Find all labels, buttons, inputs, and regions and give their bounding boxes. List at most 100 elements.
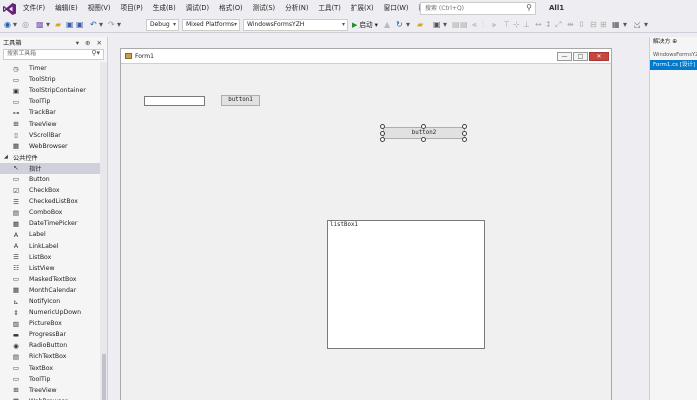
toolbox-item[interactable]: ⊶ TrackBar (0, 107, 100, 118)
form1-window[interactable]: Form1 — □ ✕ button1 button2 listBox1 (120, 48, 612, 400)
toolbox-item[interactable]: ▦ DateTimePicker (0, 218, 100, 229)
align-right-icon[interactable]: ⫸ (492, 19, 497, 31)
visual-studio-logo-icon[interactable] (0, 0, 18, 17)
toolbox-item[interactable]: ▭ MaskedTextBox (0, 274, 100, 285)
listbox1-control[interactable]: listBox1 (327, 220, 485, 349)
toolbox-item[interactable]: ⊞ TreeView (0, 385, 100, 396)
resize-handle[interactable] (462, 137, 467, 142)
layout-icon[interactable]: ▣ (433, 19, 441, 31)
menu-item[interactable]: 项目(P) (115, 0, 147, 17)
toolbox-group-header[interactable]: ◢ 公共控件 (0, 152, 100, 163)
toolbox-item[interactable]: ▤ RichTextBox (0, 351, 100, 362)
align-top-icon[interactable]: ⊤ (503, 19, 510, 31)
horizontal-spacing-icon[interactable]: ⇹ (567, 19, 574, 31)
menu-item[interactable]: 分析(N) (280, 0, 313, 17)
panel-window-controls-icon[interactable]: ▾ ⊕ ✕ (76, 39, 104, 47)
toolbox-item[interactable]: ▭ TextBox (0, 363, 100, 374)
find-in-files-icon[interactable]: ▰ (417, 19, 423, 31)
resize-handle[interactable] (421, 124, 426, 129)
solution-config-select[interactable]: Debug ▾ (146, 19, 179, 31)
resize-handle[interactable] (380, 124, 385, 129)
minimize-icon[interactable]: — (557, 52, 572, 61)
quick-launch-search[interactable]: 搜索 (Ctrl+Q) ⚲ (420, 2, 536, 15)
menu-item[interactable]: 格式(O) (214, 0, 248, 17)
bring-to-front-icon[interactable]: ▤ (452, 19, 460, 31)
toolbox-item[interactable]: ☰ ListBox (0, 252, 100, 263)
close-icon[interactable]: ✕ (589, 52, 609, 61)
toolbox-item[interactable]: ⇕ NumericUpDown (0, 307, 100, 318)
startup-project-select[interactable]: WindowsFormsYZH ▾ (243, 19, 348, 31)
start-debugging-button[interactable]: ▶ 启动 ▾ (352, 19, 378, 31)
toolbox-item[interactable]: ◉ RadioButton (0, 340, 100, 351)
menu-item[interactable]: 视图(V) (83, 0, 116, 17)
redo-icon[interactable]: ↷ (108, 19, 115, 31)
menu-item[interactable]: 编辑(E) (50, 0, 83, 17)
toolbox-item[interactable]: A Label (0, 229, 100, 240)
toolbox-item[interactable]: ▦ MonthCalendar (0, 285, 100, 296)
toolbox-item[interactable]: ▤ ComboBox (0, 207, 100, 218)
account-label[interactable]: All1 (549, 0, 564, 17)
toolbox-scrollbar[interactable] (100, 62, 107, 400)
save-icon[interactable]: ▣ (66, 19, 74, 31)
center-vertically-icon[interactable]: ⊞ (600, 19, 607, 31)
toolbox-item[interactable]: ☰ CheckedListBox (0, 196, 100, 207)
toolbox-item[interactable]: ⊞ TreeView (0, 118, 100, 129)
textbox1-control[interactable] (144, 96, 205, 106)
dropdown-arrow-icon[interactable]: ▾ (46, 19, 50, 31)
menu-item[interactable]: 调试(D) (181, 0, 214, 17)
toolbox-item[interactable]: ▭ ToolTip (0, 374, 100, 385)
resize-handle[interactable] (462, 124, 467, 129)
same-width-icon[interactable]: ↔ (535, 19, 542, 31)
vertical-spacing-icon[interactable]: ⇳ (578, 19, 585, 31)
resize-handle[interactable] (421, 137, 426, 142)
toolbox-item[interactable]: ☑ CheckBox (0, 185, 100, 196)
dropdown-arrow-icon[interactable]: ▾ (99, 19, 103, 31)
button1-control[interactable]: button1 (221, 95, 260, 106)
solution-file-item[interactable]: Form1.cs [设计] (650, 60, 697, 70)
refresh-icon[interactable]: ↻ (396, 19, 403, 31)
tab-order-icon[interactable]: ▦ (612, 19, 620, 31)
pause-icon[interactable]: ▲ (384, 19, 390, 31)
toolbox-item[interactable]: ↖ 指针 (0, 162, 100, 174)
dropdown-arrow-icon[interactable]: ▾ (13, 19, 17, 31)
toolbox-item[interactable]: A LinkLabel (0, 241, 100, 252)
toolbox-item[interactable]: ☷ ListView (0, 263, 100, 274)
menu-item[interactable]: 文件(F) (18, 0, 50, 17)
toolbox-item[interactable]: ▭ Button (0, 174, 100, 185)
same-height-icon[interactable]: ↕ (545, 19, 552, 31)
menu-item[interactable]: 窗口(W) (379, 0, 414, 17)
collapse-triangle-icon[interactable]: ◢ (4, 154, 11, 160)
undo-icon[interactable]: ↶ (90, 19, 97, 31)
send-to-back-icon[interactable]: ▤ (460, 19, 468, 31)
search-icon[interactable]: ⚲▾ (91, 49, 100, 58)
toolbox-item[interactable]: ▦WebBrowser (0, 141, 100, 152)
dropdown-arrow-icon[interactable]: ▾ (117, 19, 121, 31)
new-project-icon[interactable]: ▩ (36, 19, 44, 31)
resize-handle[interactable] (380, 131, 385, 136)
align-bottom-icon[interactable]: ⊥ (523, 19, 530, 31)
resize-handle[interactable] (462, 131, 467, 136)
align-middle-icon[interactable]: ⊹ (513, 19, 520, 31)
solution-platform-select[interactable]: Mixed Platforms ▾ (182, 19, 240, 31)
align-center-icon[interactable]: ⫶ (482, 19, 484, 31)
menu-item[interactable]: 生成(B) (148, 0, 181, 17)
solution-project-item[interactable]: WindowsFormsYZH (650, 51, 697, 60)
toolbox-item[interactable]: ▭ ToolStrip (0, 74, 100, 85)
scrollbar-thumb[interactable] (102, 354, 106, 400)
toolbox-item[interactable]: ◷ Timer (0, 63, 100, 74)
dropdown-arrow-icon[interactable]: ▾ (644, 19, 648, 31)
toolbox-item[interactable]: ▯ VScrollBar (0, 130, 100, 141)
toolbox-item[interactable]: ⊾ NotifyIcon (0, 296, 100, 307)
maximize-icon[interactable]: □ (573, 52, 588, 61)
toolbox-item[interactable]: ▣ ToolStripContainer (0, 85, 100, 96)
lock-controls-icon[interactable]: ⤩ (634, 19, 640, 31)
toolbox-item[interactable]: ▬ ProgressBar (0, 329, 100, 340)
resize-handle[interactable] (380, 137, 385, 142)
align-left-icon[interactable]: ⫷ (472, 19, 477, 31)
dropdown-arrow-icon[interactable]: ▾ (443, 19, 447, 31)
toolbox-search-input[interactable]: 搜索工具箱 ⚲▾ (3, 49, 104, 60)
same-size-icon[interactable]: ⤢ (555, 19, 561, 31)
save-all-icon[interactable]: ▣ (76, 19, 84, 31)
toolbox-item[interactable]: ▦WebBrowser (0, 396, 100, 400)
dropdown-arrow-icon[interactable]: ▾ (406, 19, 410, 31)
